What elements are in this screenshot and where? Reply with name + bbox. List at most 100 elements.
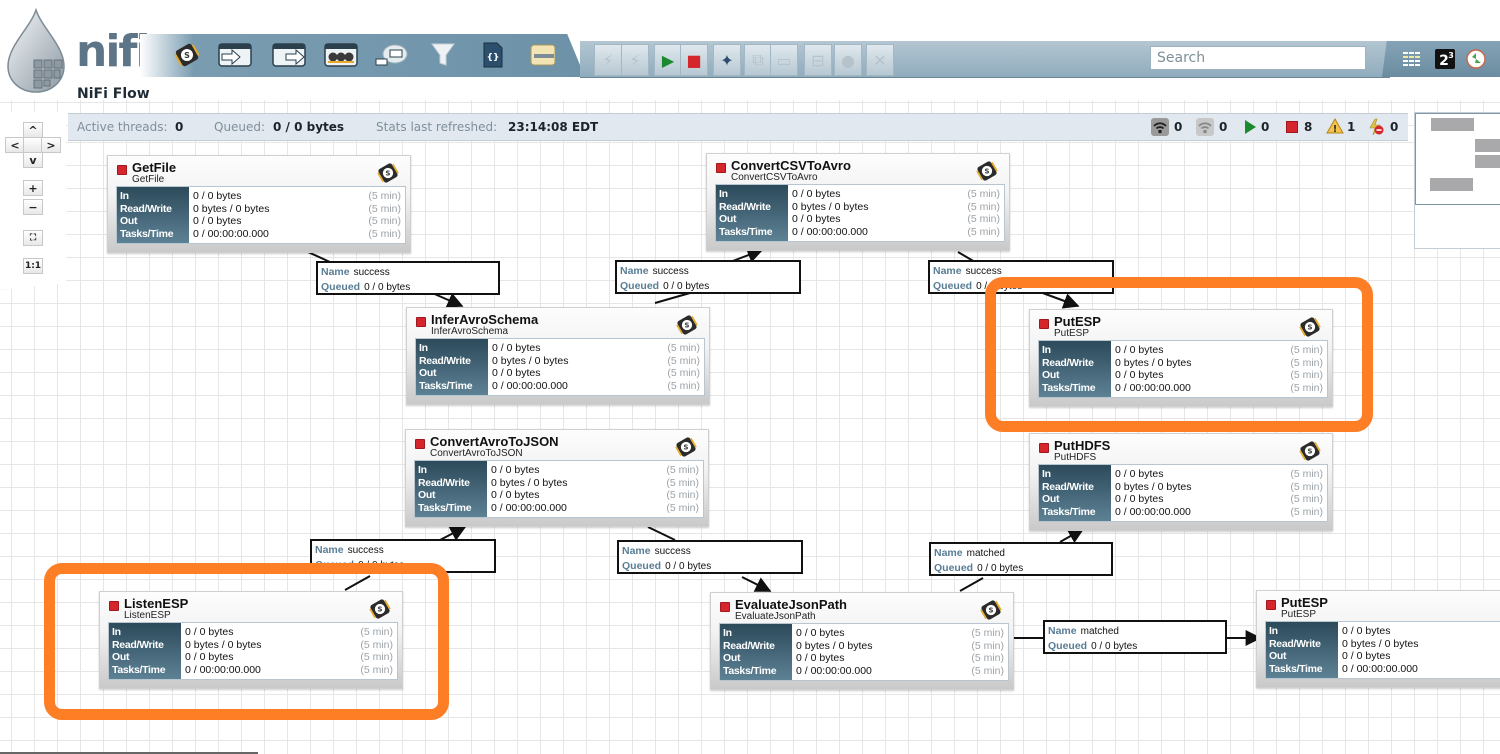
stop-icon[interactable]: ■ [680, 44, 708, 76]
process-group-icon[interactable] [324, 40, 358, 70]
processor-type: InferAvroSchema [431, 326, 509, 337]
remote-process-group-icon[interactable] [374, 40, 408, 70]
fit-view-button[interactable]: ⛶ [23, 230, 43, 246]
pan-up-button[interactable]: ^ [23, 122, 43, 138]
connection-label[interactable]: Name matched Queued 0 / 0 bytes [929, 542, 1113, 576]
birdseye-panel[interactable] [1414, 112, 1500, 249]
connection-label[interactable]: Name success Queued 0 / 0 bytes [617, 540, 803, 574]
stat-label: Out [418, 489, 436, 501]
funnel-icon[interactable] [426, 40, 460, 70]
stat-period: (5 min) [360, 626, 393, 638]
stat-values: 0 / 0 bytes 0 bytes / 0 bytes 0 / 0 bytes 0… [1342, 625, 1418, 675]
birdseye-component [1475, 155, 1500, 168]
stat-label: Out [1042, 369, 1060, 381]
svg-text:S: S [1308, 324, 1313, 332]
processor-icon: S [377, 163, 399, 183]
pan-left-button[interactable]: < [5, 137, 25, 153]
counters-icon[interactable]: 23 [1435, 49, 1455, 69]
stat-period: (5 min) [667, 342, 700, 354]
template-icon[interactable]: {} [476, 40, 510, 70]
stat-period: (5 min) [666, 476, 699, 489]
stat-period: (5 min) [368, 227, 401, 240]
connection-label[interactable]: Name success Queued 0 / 0 bytes [615, 260, 801, 294]
paste-icon[interactable]: ▭ [770, 44, 798, 76]
output-port-icon[interactable] [272, 40, 306, 70]
group-icon[interactable]: ⊟ [804, 44, 832, 76]
stat-periods: (5 min) (5 min) (5 min) (5 min) [971, 627, 1004, 677]
stat-value: 0 / 0 bytes [796, 652, 845, 664]
stat-value: 0 / 0 bytes [1115, 344, 1164, 356]
stat-value: 0 / 00:00:00.000 [491, 501, 567, 514]
search-input[interactable] [1150, 46, 1366, 70]
processor-convertavrojson[interactable]: ConvertAvroToJSON ConvertAvroToJSON S In Rea… [405, 429, 709, 527]
input-port-icon[interactable] [218, 40, 252, 70]
copy-icon[interactable]: ⧉ [744, 44, 772, 76]
stopped-status-icon [117, 165, 127, 175]
processor-putesp2[interactable]: PutESPPutESPSInRead/WriteOutTasks/Time0 … [1256, 590, 1500, 688]
enable-icon[interactable]: ⚡ [594, 44, 622, 76]
disable-icon[interactable]: ⚡ [621, 44, 649, 76]
stat-label: Read/Write [719, 200, 771, 213]
connection-queued-label: Queued [315, 559, 355, 571]
stat-label: In [719, 188, 728, 200]
stat-value: 0 bytes / 0 bytes [492, 354, 569, 367]
stat-period: (5 min) [667, 379, 700, 392]
processor-evaljson[interactable]: EvaluateJsonPath EvaluateJsonPath S In Read/… [710, 592, 1014, 690]
connection-label[interactable]: Name matched Queued 0 / 0 bytes [1043, 620, 1227, 654]
stat-periods: (5 min) (5 min) (5 min) (5 min) [666, 464, 699, 514]
birdseye-component [1475, 139, 1500, 152]
stat-period: (5 min) [971, 652, 1004, 664]
stat-labels: In Read/Write Out Tasks/Time [720, 624, 792, 680]
stat-value: 0 / 0 bytes [1342, 650, 1391, 662]
processor-inferavro[interactable]: InferAvroSchema InferAvroSchema S In Read/Wr… [406, 307, 710, 405]
disabled-count: 0 [1390, 120, 1399, 134]
pan-down-button[interactable]: v [23, 152, 43, 168]
fill-color-icon[interactable]: ● [834, 44, 862, 76]
connection-label[interactable]: Name success Queued 0 / 0 bytes [928, 260, 1114, 294]
stat-values: 0 / 0 bytes 0 bytes / 0 bytes 0 / 0 bytes 0… [796, 627, 872, 677]
stat-label: Read/Write [418, 476, 470, 489]
svg-text:S: S [184, 51, 190, 60]
stat-label: Read/Write [419, 354, 471, 367]
stat-label: Read/Write [723, 639, 775, 652]
active-threads-value: 0 [175, 120, 184, 134]
stat-value: 0 bytes / 0 bytes [193, 202, 270, 215]
connection-label[interactable]: Name success Queued 0 / 0 bytes [310, 539, 496, 573]
connection-name-label: Name [620, 265, 649, 277]
processor-puthdfs[interactable]: PutHDFS PutHDFS S In Read/Write Out Tasks/Time… [1029, 433, 1333, 531]
processor-type: ListenESP [124, 610, 171, 621]
zoom-out-button[interactable]: − [23, 199, 43, 215]
invalid-count: 1 [1347, 120, 1356, 134]
stat-value: 0 / 00:00:00.000 [1115, 381, 1191, 394]
start-icon[interactable]: ▶ [654, 44, 682, 76]
summary-table-icon[interactable] [1402, 49, 1422, 69]
stat-label: Read/Write [1269, 637, 1321, 650]
disabled-icon [1369, 118, 1384, 136]
connection-queued-label: Queued [1048, 640, 1088, 652]
processor-putesp1[interactable]: PutESP PutESP S In Read/Write Out Tasks/Time 0 … [1029, 309, 1333, 407]
stat-periods: (5 min) (5 min) (5 min) (5 min) [667, 342, 700, 392]
processor-convertcsv[interactable]: ConvertCSVToAvro ConvertCSVToAvro S In Read/… [706, 153, 1010, 251]
processor-stats: In Read/Write Out Tasks/Time 0 / 0 bytes 0 by… [414, 460, 704, 518]
create-template-icon[interactable]: ✦ [713, 44, 741, 76]
delete-icon[interactable]: ✕ [866, 44, 894, 76]
processor-icon: S [980, 600, 1002, 620]
processor-listenesp[interactable]: ListenESP ListenESP S In Read/Write Out Tasks/… [99, 591, 403, 689]
actual-size-button[interactable]: 1:1 [23, 258, 43, 274]
pan-right-button[interactable]: > [41, 137, 61, 153]
connection-label[interactable]: Name success Queued 0 / 0 bytes [316, 261, 500, 295]
processor-icon[interactable]: S [170, 40, 204, 70]
connection-name: success [652, 266, 689, 277]
processor-icon: S [369, 599, 391, 619]
connection-queued: 0 / 0 bytes [976, 281, 1023, 292]
history-clock-icon[interactable] [1466, 49, 1486, 69]
stat-label: Out [120, 215, 138, 227]
processor-getfile[interactable]: GetFile GetFile S In Read/Write Out Tasks/Time… [107, 155, 411, 253]
zoom-in-button[interactable]: + [23, 180, 43, 196]
pan-center-button[interactable] [23, 137, 43, 153]
label-icon[interactable] [526, 40, 560, 70]
stat-values: 0 / 0 bytes 0 bytes / 0 bytes 0 / 0 bytes 0… [185, 626, 261, 676]
stat-label: Out [1042, 493, 1060, 505]
stat-periods: (5 min) (5 min) (5 min) (5 min) [368, 190, 401, 240]
stat-value: 0 / 00:00:00.000 [185, 663, 261, 676]
